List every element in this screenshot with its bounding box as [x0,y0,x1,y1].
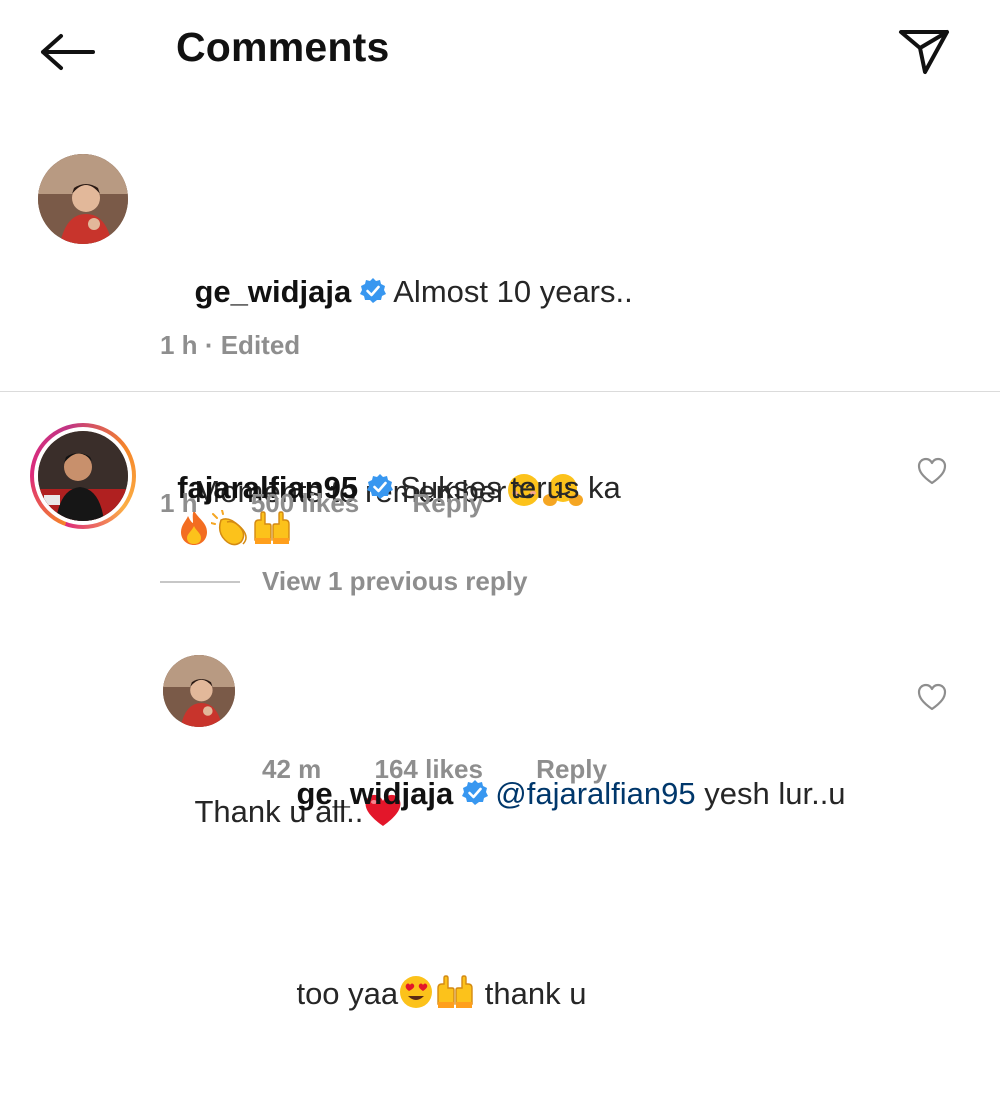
arrow-left-icon [41,34,95,70]
comment-meta: 1 h 500 likes Reply [160,488,483,519]
caption-separator: · [204,330,214,360]
reply-meta: 42 m 164 likes Reply [262,754,607,785]
caption-username[interactable]: ge_widjaja [194,274,351,309]
divider [0,391,1000,392]
avatar[interactable] [38,154,128,244]
avatar[interactable] [163,655,235,727]
view-replies-label: View 1 previous reply [262,566,528,596]
heart-eyes-emoji-icon [400,976,433,1008]
raising-hands-emoji-icon [437,975,473,1008]
reply-text: ge_widjaja @fajaralfian95 yesh lur..u to… [262,654,902,1094]
heart-outline-icon [917,457,947,485]
heart-outline-icon [917,683,947,711]
reply-button[interactable]: Reply [536,754,607,784]
like-button[interactable] [914,453,950,489]
comment-time: 1 h [160,488,198,518]
reply-body-line-2a: too yaa [296,976,399,1011]
verified-badge-icon [360,278,387,303]
like-button[interactable] [914,679,950,715]
caption-time: 1 h [160,330,198,360]
paper-plane-icon [899,30,949,74]
like-count[interactable]: 500 likes [251,488,359,518]
caption-meta: 1 h · Edited [160,330,300,361]
back-button[interactable] [30,22,106,82]
reply-body-line-1: yesh lur..u [704,776,846,811]
share-button[interactable] [886,18,962,84]
like-count[interactable]: 164 likes [375,754,483,784]
caption-line-1: Almost 10 years.. [393,274,633,309]
reply-time: 42 m [262,754,322,784]
page-title: Comments [176,24,390,70]
replies-divider-line [160,580,240,583]
reply-button[interactable]: Reply [412,488,483,518]
reply-body-line-2b: thank u [484,976,587,1011]
view-previous-replies-button[interactable]: View 1 previous reply [160,566,527,597]
avatar-story-ring[interactable] [30,423,136,529]
avatar [38,431,128,521]
edited-label: Edited [220,330,301,360]
